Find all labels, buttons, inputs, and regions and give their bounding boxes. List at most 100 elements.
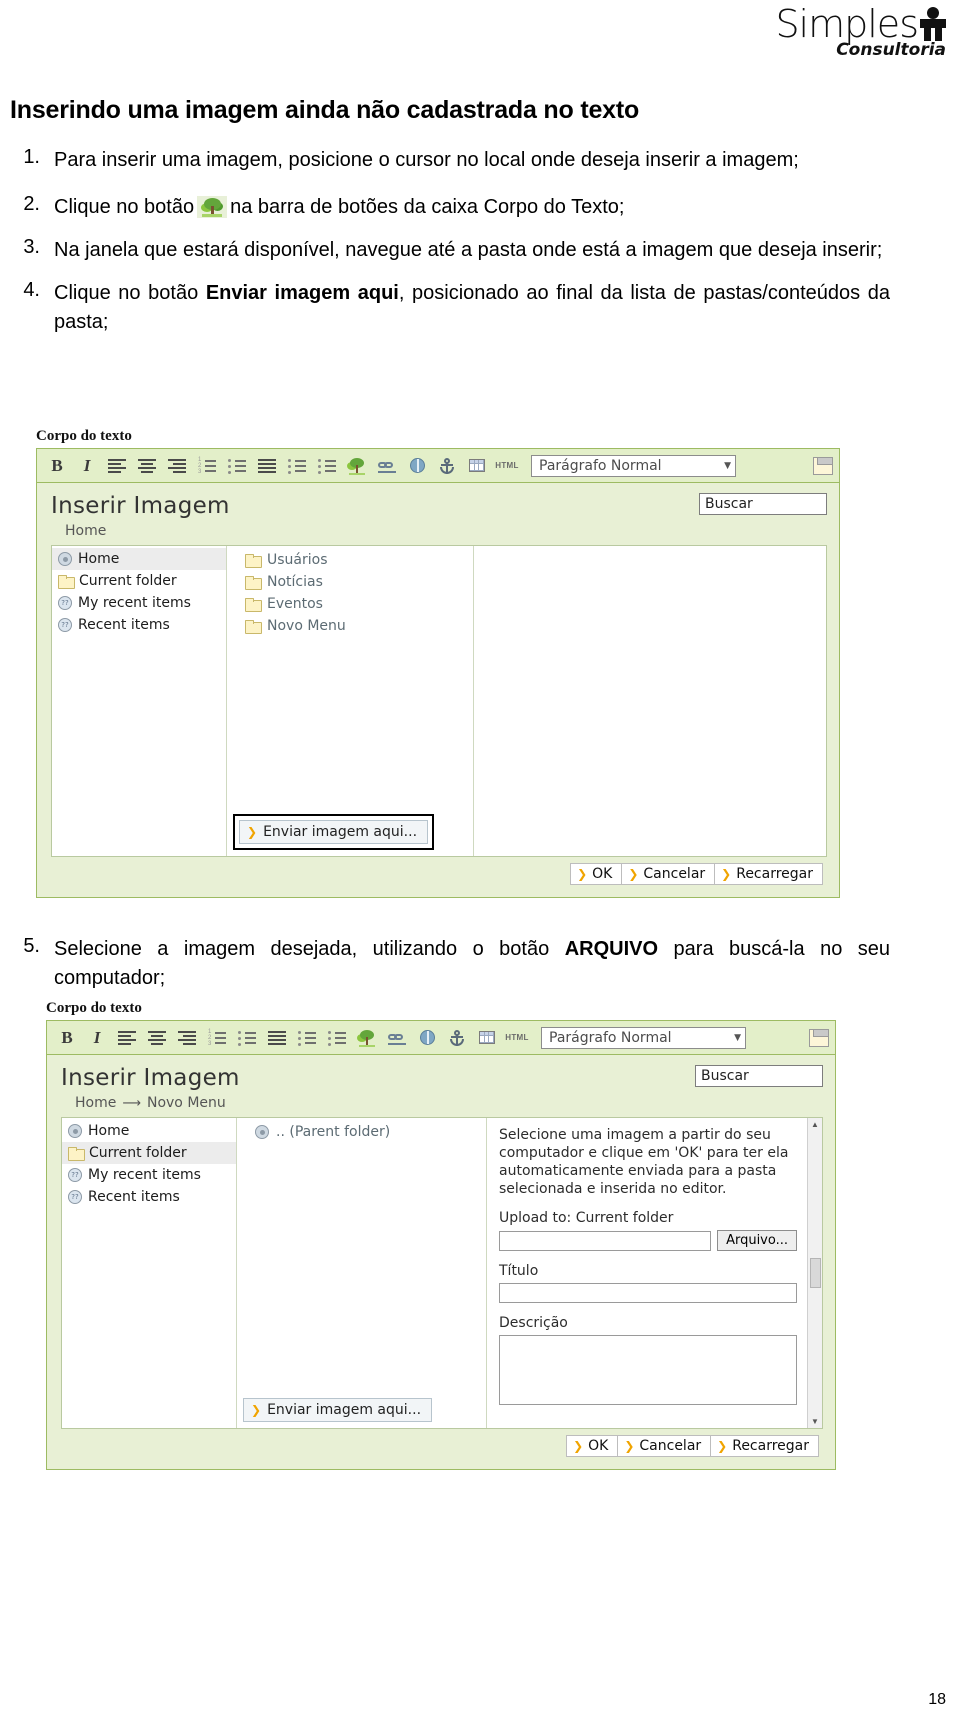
list-item-text: Na janela que estará disponível, navegue… xyxy=(54,239,883,261)
sidebar-item-label: Current folder xyxy=(89,1145,187,1161)
cancel-button-label: Cancelar xyxy=(643,866,706,882)
ok-button[interactable]: ❯ OK xyxy=(570,863,623,885)
bullet-icon: ❯ xyxy=(624,1439,635,1453)
bullet-list-icon[interactable] xyxy=(233,1025,261,1051)
save-icon[interactable] xyxy=(809,1028,829,1047)
insert-link-icon[interactable] xyxy=(383,1025,411,1051)
external-link-icon[interactable] xyxy=(413,1025,441,1051)
sidebar-item-my-recent-items[interactable]: ?? My recent items xyxy=(62,1164,236,1186)
ok-button-label: OK xyxy=(592,866,613,882)
browser-sidebar-1: Home Current folder ?? My recent items ?… xyxy=(52,546,227,856)
anchor-icon[interactable] xyxy=(433,453,461,479)
indent-icon[interactable] xyxy=(313,453,341,479)
chevron-down-icon: ▼ xyxy=(724,460,731,471)
html-source-icon[interactable]: HTML xyxy=(493,453,521,479)
insert-table-icon[interactable] xyxy=(463,453,491,479)
parent-folder-icon xyxy=(255,1125,269,1139)
list-item[interactable]: Usuários xyxy=(227,549,473,571)
italic-icon[interactable]: I xyxy=(83,1025,111,1051)
file-path-input[interactable] xyxy=(499,1230,712,1251)
folder-icon xyxy=(245,576,262,590)
dialog-header-1: Inserir Imagem Buscar xyxy=(51,493,827,519)
editor-field-label: Corpo do texto xyxy=(36,428,132,444)
scroll-down-icon[interactable]: ▼ xyxy=(811,1417,819,1426)
ok-button[interactable]: ❯ OK xyxy=(566,1435,619,1457)
sidebar-item-current-folder[interactable]: Current folder xyxy=(52,570,226,592)
list-item-text-before: Clique no botão xyxy=(54,282,199,304)
external-link-icon[interactable] xyxy=(403,453,431,479)
breadcrumb-item-home[interactable]: Home xyxy=(75,1095,116,1111)
sidebar-item-label: My recent items xyxy=(78,595,191,611)
list-item[interactable]: Novo Menu xyxy=(227,615,473,637)
bold-icon[interactable]: B xyxy=(53,1025,81,1051)
list-item[interactable]: .. (Parent folder) xyxy=(237,1121,486,1143)
outdent-icon[interactable] xyxy=(293,1025,321,1051)
scroll-up-icon[interactable]: ▲ xyxy=(811,1120,819,1129)
save-icon[interactable] xyxy=(813,456,833,475)
insert-image-icon[interactable] xyxy=(353,1025,381,1051)
sidebar-item-label: Home xyxy=(78,551,120,567)
cancel-button[interactable]: ❯ Cancelar xyxy=(617,1435,712,1457)
align-justify-icon[interactable] xyxy=(253,453,281,479)
upload-button-highlight: ❯ Enviar imagem aqui... xyxy=(233,814,435,850)
description-textarea[interactable] xyxy=(499,1335,797,1405)
recent-icon: ?? xyxy=(68,1168,82,1182)
ordered-list-icon[interactable]: 123 xyxy=(203,1025,231,1051)
bullet-list-icon[interactable] xyxy=(223,453,251,479)
scrollbar-thumb[interactable] xyxy=(809,1258,821,1288)
sidebar-item-current-folder[interactable]: Current folder xyxy=(62,1142,236,1164)
align-right-icon[interactable] xyxy=(173,1025,201,1051)
file-input-row: Arquivo... xyxy=(499,1230,797,1251)
breadcrumb-item-novo-menu[interactable]: Novo Menu xyxy=(147,1095,226,1111)
list-item-emphasis: ARQUIVO xyxy=(564,938,659,960)
breadcrumb: Home ⟶ Novo Menu xyxy=(75,1095,823,1111)
cancel-button[interactable]: ❯ Cancelar xyxy=(621,863,716,885)
sidebar-item-my-recent-items[interactable]: ?? My recent items xyxy=(52,592,226,614)
ordered-list-icon[interactable]: 123 xyxy=(193,453,221,479)
insert-image-icon[interactable] xyxy=(343,453,371,479)
sidebar-item-recent-items[interactable]: ?? Recent items xyxy=(62,1186,236,1208)
list-item[interactable]: Notícias xyxy=(227,571,473,593)
home-icon xyxy=(58,552,72,566)
screenshot-figure-2: Corpo do texto B I 123 HTML Parágrafo No… xyxy=(46,1000,836,1470)
html-source-icon[interactable]: HTML xyxy=(503,1025,531,1051)
anchor-icon[interactable] xyxy=(443,1025,471,1051)
insert-table-icon[interactable] xyxy=(473,1025,501,1051)
sidebar-item-label: Current folder xyxy=(79,573,177,589)
align-left-icon[interactable] xyxy=(103,453,131,479)
reload-button[interactable]: ❯ Recarregar xyxy=(714,863,823,885)
breadcrumb-item-home[interactable]: Home xyxy=(65,523,106,539)
search-input[interactable]: Buscar xyxy=(699,493,827,515)
title-input[interactable] xyxy=(499,1283,797,1303)
brand-name-row: Simples xyxy=(775,4,946,44)
reload-button-label: Recarregar xyxy=(732,1438,809,1454)
description-field-label: Descrição xyxy=(499,1315,568,1331)
search-input[interactable]: Buscar xyxy=(695,1065,823,1087)
folder-icon xyxy=(68,1147,85,1161)
align-right-icon[interactable] xyxy=(163,453,191,479)
bold-icon[interactable]: B xyxy=(43,453,71,479)
insert-link-icon[interactable] xyxy=(373,453,401,479)
outdent-icon[interactable] xyxy=(283,453,311,479)
vertical-scrollbar[interactable]: ▲ ▼ xyxy=(807,1118,822,1428)
align-center-icon[interactable] xyxy=(133,453,161,479)
indent-icon[interactable] xyxy=(323,1025,351,1051)
browse-file-button[interactable]: Arquivo... xyxy=(717,1230,797,1251)
list-item-text-before: Selecione a imagem desejada, utilizando … xyxy=(54,938,550,960)
list-item-number: 5. xyxy=(23,935,40,957)
bullet-icon: ❯ xyxy=(628,867,639,881)
sidebar-item-home[interactable]: Home xyxy=(52,548,226,570)
align-justify-icon[interactable] xyxy=(263,1025,291,1051)
list-item[interactable]: Eventos xyxy=(227,593,473,615)
sidebar-item-label: My recent items xyxy=(88,1167,201,1183)
sidebar-item-recent-items[interactable]: ?? Recent items xyxy=(52,614,226,636)
paragraph-style-select[interactable]: Parágrafo Normal ▼ xyxy=(531,454,736,477)
italic-icon[interactable]: I xyxy=(73,453,101,479)
reload-button[interactable]: ❯ Recarregar xyxy=(710,1435,819,1457)
upload-image-here-button[interactable]: ❯ Enviar imagem aqui... xyxy=(239,820,429,844)
upload-image-here-button[interactable]: ❯ Enviar imagem aqui... xyxy=(243,1398,433,1422)
align-center-icon[interactable] xyxy=(143,1025,171,1051)
sidebar-item-home[interactable]: Home xyxy=(62,1120,236,1142)
paragraph-style-select[interactable]: Parágrafo Normal ▼ xyxy=(541,1026,746,1049)
align-left-icon[interactable] xyxy=(113,1025,141,1051)
